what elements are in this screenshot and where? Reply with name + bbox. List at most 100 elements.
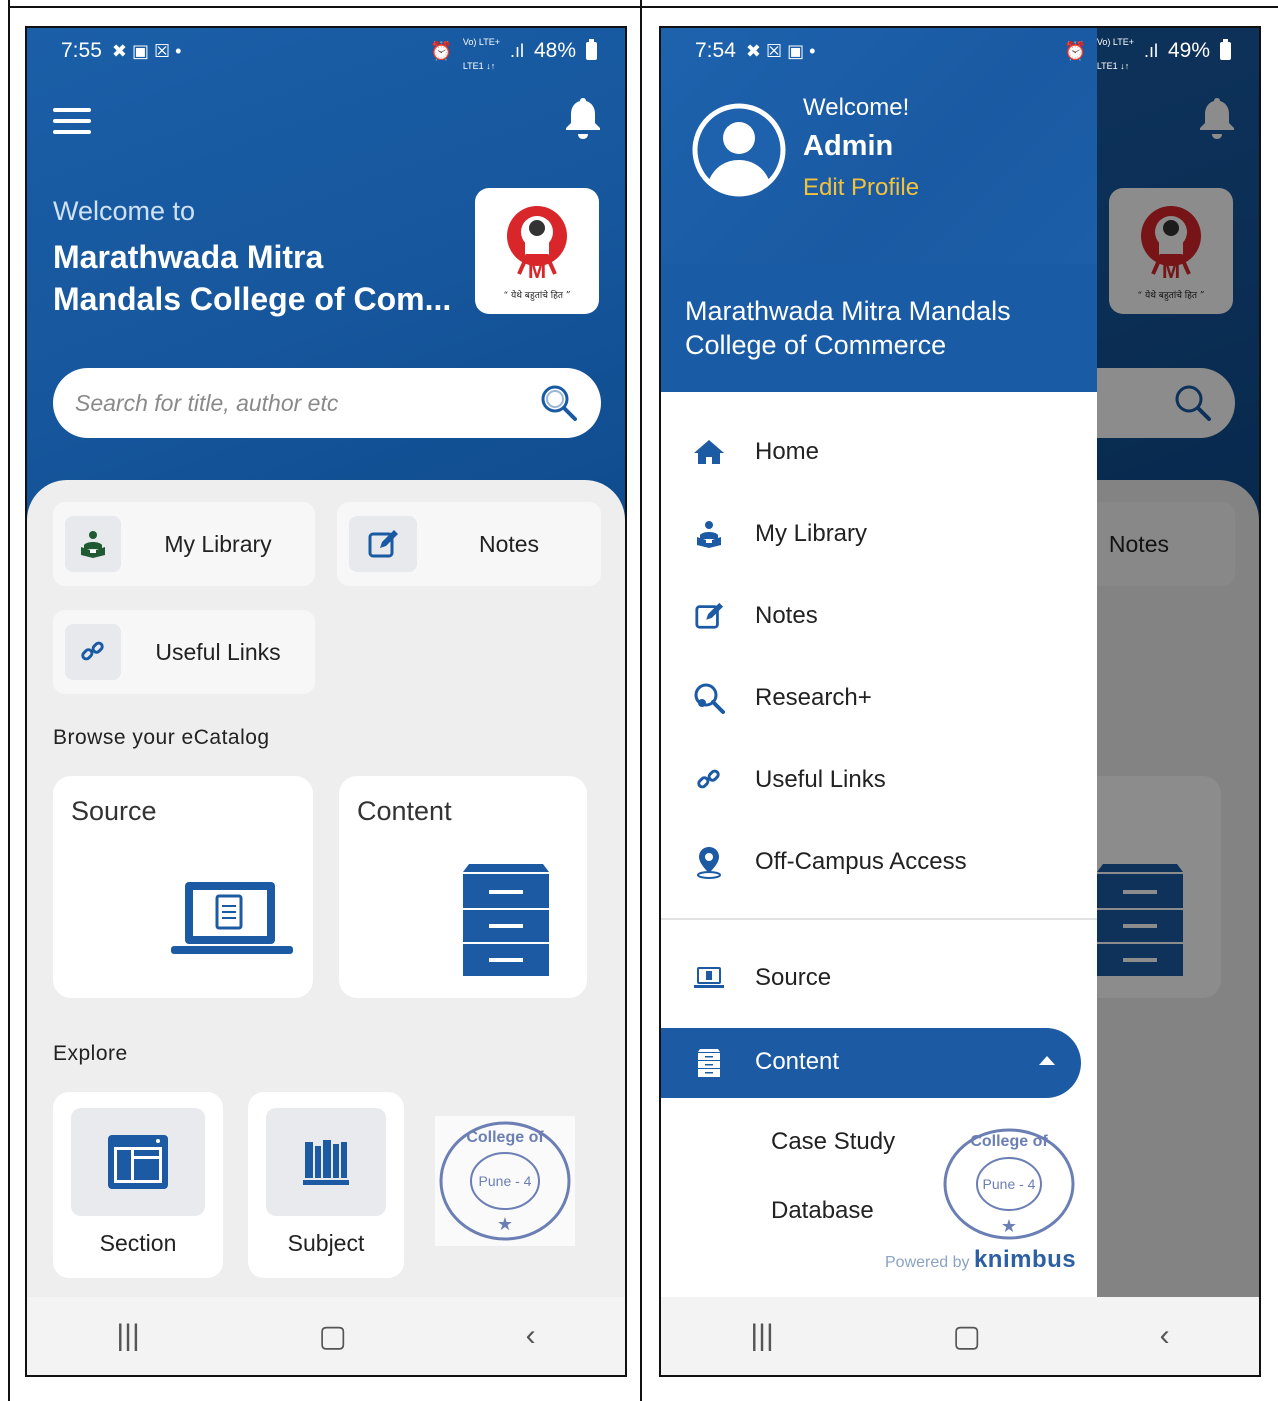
college-logo: M “ येथे बहुतांचे हित ” xyxy=(475,188,599,314)
menu-divider xyxy=(661,918,1097,920)
edit-note-icon xyxy=(691,598,727,634)
divider xyxy=(640,0,642,1401)
home-icon xyxy=(691,434,727,470)
quick-link-useful-links[interactable]: Useful Links xyxy=(53,610,315,694)
system-navigation-bar: ||| ▢ ‹ xyxy=(661,1297,1259,1375)
navigation-drawer: Welcome! Admin Edit Profile Marathwada M… xyxy=(661,28,1097,1301)
stamp-center-text: Pune - 4 xyxy=(479,1173,532,1189)
svg-text:★: ★ xyxy=(497,1214,513,1234)
menu-item-content-expanded[interactable]: Content xyxy=(661,1028,1081,1098)
explore-card-label: Section xyxy=(99,1230,177,1256)
back-icon[interactable]: ‹ xyxy=(1160,1319,1170,1353)
home-nav-icon[interactable]: ▢ xyxy=(953,1319,981,1354)
notification-icons: ✖ ☒ ▣ • xyxy=(745,40,816,61)
quick-link-label: Notes xyxy=(478,530,540,557)
reader-icon xyxy=(65,516,121,572)
explore-section-title: Explore xyxy=(53,1042,128,1065)
drawer-welcome-text: Welcome! xyxy=(803,94,910,121)
explore-card-section[interactable]: Section xyxy=(53,1092,223,1278)
submenu-item-case-study[interactable]: Case Study xyxy=(771,1128,895,1156)
drawer-college-name: Marathwada Mitra Mandals College of Comm… xyxy=(661,264,1097,392)
college-name-heading: Marathwada Mitra Mandals College of Com.… xyxy=(53,239,452,317)
laptop-icon xyxy=(171,882,293,954)
menu-item-label: Home xyxy=(755,438,820,465)
explore-card-subject[interactable]: Subject xyxy=(248,1092,404,1278)
explore-card-label: Subject xyxy=(287,1230,365,1256)
catalog-card-label: Source xyxy=(71,796,157,826)
svg-text:★: ★ xyxy=(1001,1216,1017,1236)
menu-item-label: My Library xyxy=(755,520,868,547)
edit-profile-link[interactable]: Edit Profile xyxy=(803,174,919,202)
status-bar: 7:54 ✖ ☒ ▣ • ⏰ Vo) LTE+ LTE1 ↓↑ .ıl 49% xyxy=(661,28,1259,74)
link-icon xyxy=(65,624,121,680)
search-bar[interactable]: Search for title, author etc xyxy=(53,368,601,438)
menu-item-my-library[interactable]: My Library xyxy=(661,504,1097,564)
screenshot-canvas: 7:55 ✖ ▣ ☒ • ⏰ Vo) LTE+ LTE1 ↓↑ .ıl 48% … xyxy=(0,0,1278,1401)
menu-item-notes[interactable]: Notes xyxy=(661,586,1097,646)
menu-item-off-campus-access[interactable]: Off-Campus Access xyxy=(661,832,1097,892)
status-time: 7:54 xyxy=(695,39,736,62)
battery-icon xyxy=(586,39,597,60)
location-pin-icon xyxy=(691,844,727,880)
quick-link-label: Useful Links xyxy=(155,638,281,665)
status-bar: 7:55 ✖ ▣ ☒ • ⏰ Vo) LTE+ LTE1 ↓↑ .ıl 48% xyxy=(27,28,625,74)
main-content: My Library Notes Useful Links Browse you… xyxy=(27,480,625,1300)
menu-item-home[interactable]: Home xyxy=(661,422,1097,482)
cabinet-icon xyxy=(463,864,549,976)
menu-item-label: Content xyxy=(755,1048,840,1075)
search-icon[interactable] xyxy=(539,383,579,423)
system-navigation-bar: ||| ▢ ‹ xyxy=(27,1297,625,1375)
books-icon xyxy=(266,1108,386,1216)
drawer-username: Admin xyxy=(803,130,894,162)
quick-link-my-library[interactable]: My Library xyxy=(53,502,315,586)
catalog-card-source[interactable]: Source xyxy=(53,776,313,998)
recent-apps-icon[interactable]: ||| xyxy=(116,1319,139,1353)
recent-apps-icon[interactable]: ||| xyxy=(750,1319,773,1353)
menu-item-research[interactable]: Research+ xyxy=(661,668,1097,728)
college-stamp: Pune - 4 College of ★ xyxy=(939,1124,1079,1244)
section-icon xyxy=(71,1108,205,1216)
svg-text:M: M xyxy=(528,258,546,283)
menu-item-useful-links[interactable]: Useful Links xyxy=(661,750,1097,810)
battery-percent: 48% xyxy=(533,39,576,62)
avatar[interactable] xyxy=(691,102,787,198)
edit-note-icon xyxy=(349,516,417,572)
battery-percent: 49% xyxy=(1167,39,1210,62)
home-nav-icon[interactable]: ▢ xyxy=(319,1319,347,1354)
menu-item-label: Notes xyxy=(755,602,818,629)
quick-link-label: My Library xyxy=(164,530,272,557)
stamp-top-text: College of xyxy=(970,1133,1048,1150)
laptop-icon xyxy=(691,960,727,996)
divider xyxy=(8,0,10,1401)
network-indicator: Vo) LTE+ LTE1 ↓↑ xyxy=(1096,37,1134,71)
battery-icon xyxy=(1220,39,1231,60)
notification-bell-icon[interactable] xyxy=(563,96,603,140)
cabinet-icon xyxy=(691,1045,727,1081)
phone-drawer-screen: M “ येथे बहुतांचे हित ” Notes 7:54 ✖ ☒ ▣… xyxy=(659,26,1261,1377)
back-icon[interactable]: ‹ xyxy=(526,1319,536,1353)
college-stamp: Pune - 4 College of ★ xyxy=(435,1116,575,1246)
research-icon xyxy=(691,680,727,716)
alarm-icon: ⏰ xyxy=(1064,40,1087,61)
knimbus-logo: knimbus xyxy=(973,1246,1077,1273)
signal-icon: .ıl xyxy=(509,40,524,61)
catalog-card-content[interactable]: Content xyxy=(339,776,587,998)
menu-item-source[interactable]: Source xyxy=(661,948,1097,1008)
menu-item-label: Source xyxy=(755,964,832,991)
menu-item-label: Off-Campus Access xyxy=(755,848,967,875)
network-indicator: Vo) LTE+ LTE1 ↓↑ xyxy=(462,37,500,71)
submenu-item-database[interactable]: Database xyxy=(771,1197,874,1225)
quick-link-notes[interactable]: Notes xyxy=(337,502,601,586)
catalog-card-label: Content xyxy=(357,796,452,826)
chevron-up-icon[interactable] xyxy=(1039,1056,1055,1065)
stamp-center-text: Pune - 4 xyxy=(983,1176,1036,1192)
menu-hamburger-icon[interactable] xyxy=(53,108,91,134)
reader-icon xyxy=(691,516,727,552)
divider xyxy=(8,6,1278,8)
powered-by-footer: Powered by knimbus xyxy=(885,1246,1077,1273)
alarm-icon: ⏰ xyxy=(430,40,453,61)
phone-home-screen: 7:55 ✖ ▣ ☒ • ⏰ Vo) LTE+ LTE1 ↓↑ .ıl 48% … xyxy=(25,26,627,1377)
notification-icons: ✖ ▣ ☒ • xyxy=(111,40,182,61)
link-icon xyxy=(691,762,727,798)
search-input[interactable]: Search for title, author etc xyxy=(75,390,338,417)
